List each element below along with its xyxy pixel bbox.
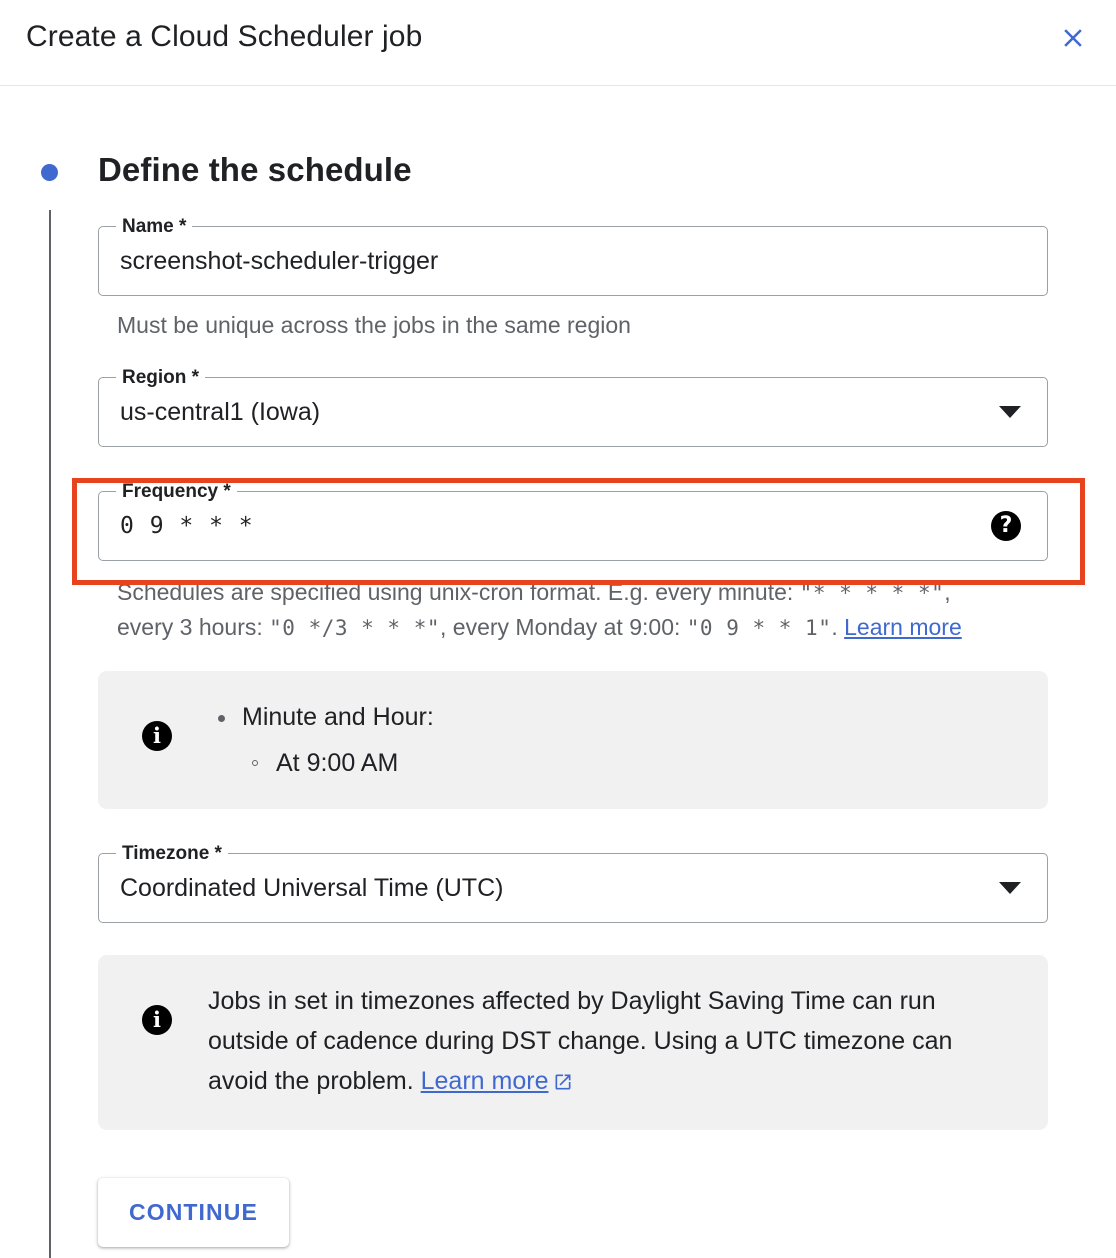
frequency-field-label: Frequency * <box>116 481 237 503</box>
region-select[interactable]: Region * us-central1 (Iowa) <box>98 367 1048 447</box>
cron-example-every-3-hours: "0 */3 * * *" <box>269 616 441 640</box>
region-field-label: Region * <box>116 367 206 389</box>
step-connector-line <box>49 210 51 1258</box>
cron-helper-suffix: . <box>831 614 845 640</box>
schedule-summary-item-label: Minute and Hour: <box>242 703 434 731</box>
frequency-learn-more-link[interactable]: Learn more <box>844 614 962 640</box>
timezone-selected-value: Coordinated Universal Time (UTC) <box>120 874 504 902</box>
dst-warning-panel: i Jobs in set in timezones affected by D… <box>98 955 1048 1130</box>
schedule-summary-panel: i Minute and Hour: At 9:00 AM <box>98 671 1048 809</box>
info-circle-icon: i <box>142 721 172 751</box>
page-title: Define the schedule <box>98 151 412 188</box>
step-indicator-dot <box>41 164 58 181</box>
close-button[interactable] <box>1052 17 1094 59</box>
info-circle-icon: i <box>142 1005 172 1035</box>
region-selected-value: us-central1 (Iowa) <box>120 398 321 426</box>
chevron-down-icon[interactable] <box>999 882 1021 894</box>
list-item: At 9:00 AM <box>242 743 434 783</box>
name-field[interactable]: Name * screenshot-scheduler-trigger <box>98 216 1048 296</box>
name-input[interactable]: screenshot-scheduler-trigger <box>120 245 438 277</box>
continue-button[interactable]: CONTINUE <box>98 1178 289 1247</box>
dst-warning-body: Jobs in set in timezones affected by Day… <box>208 981 1008 1104</box>
dst-warning-text: Jobs in set in timezones affected by Day… <box>208 987 953 1095</box>
frequency-input[interactable]: 0 9 * * * <box>120 510 254 542</box>
help-circle-icon[interactable]: ? <box>991 511 1021 541</box>
frequency-helper-text: Schedules are specified using unix-cron … <box>117 575 1007 645</box>
dst-learn-more-link[interactable]: Learn more <box>421 1067 549 1095</box>
timezone-select[interactable]: Timezone * Coordinated Universal Time (U… <box>98 843 1048 923</box>
name-helper-text: Must be unique across the jobs in the sa… <box>117 312 631 338</box>
cron-example-every-monday: "0 9 * * 1" <box>686 616 832 640</box>
cron-example-every-minute: "* * * * *" <box>799 581 945 605</box>
schedule-summary-body: Minute and Hour: At 9:00 AM <box>208 697 434 783</box>
schedule-summary-list: Minute and Hour: At 9:00 AM <box>208 697 434 783</box>
cron-helper-prefix: Schedules are specified using unix-cron … <box>117 579 800 605</box>
name-field-label: Name * <box>116 216 193 238</box>
external-link-icon[interactable] <box>553 1064 573 1104</box>
chevron-down-icon[interactable] <box>999 406 1021 418</box>
dialog-title: Create a Cloud Scheduler job <box>26 20 423 53</box>
list-item: Minute and Hour: At 9:00 AM <box>208 697 434 783</box>
timezone-field-label: Timezone * <box>116 843 228 865</box>
schedule-form: Name * screenshot-scheduler-trigger Must… <box>98 216 1048 1247</box>
dialog-header: Create a Cloud Scheduler job <box>0 0 1116 86</box>
close-icon <box>1058 23 1088 53</box>
frequency-field[interactable]: Frequency * 0 9 * * * ? <box>98 481 1048 561</box>
schedule-summary-sublist: At 9:00 AM <box>242 743 434 783</box>
cron-helper-mid-2: , every Monday at 9:00: <box>440 614 687 640</box>
